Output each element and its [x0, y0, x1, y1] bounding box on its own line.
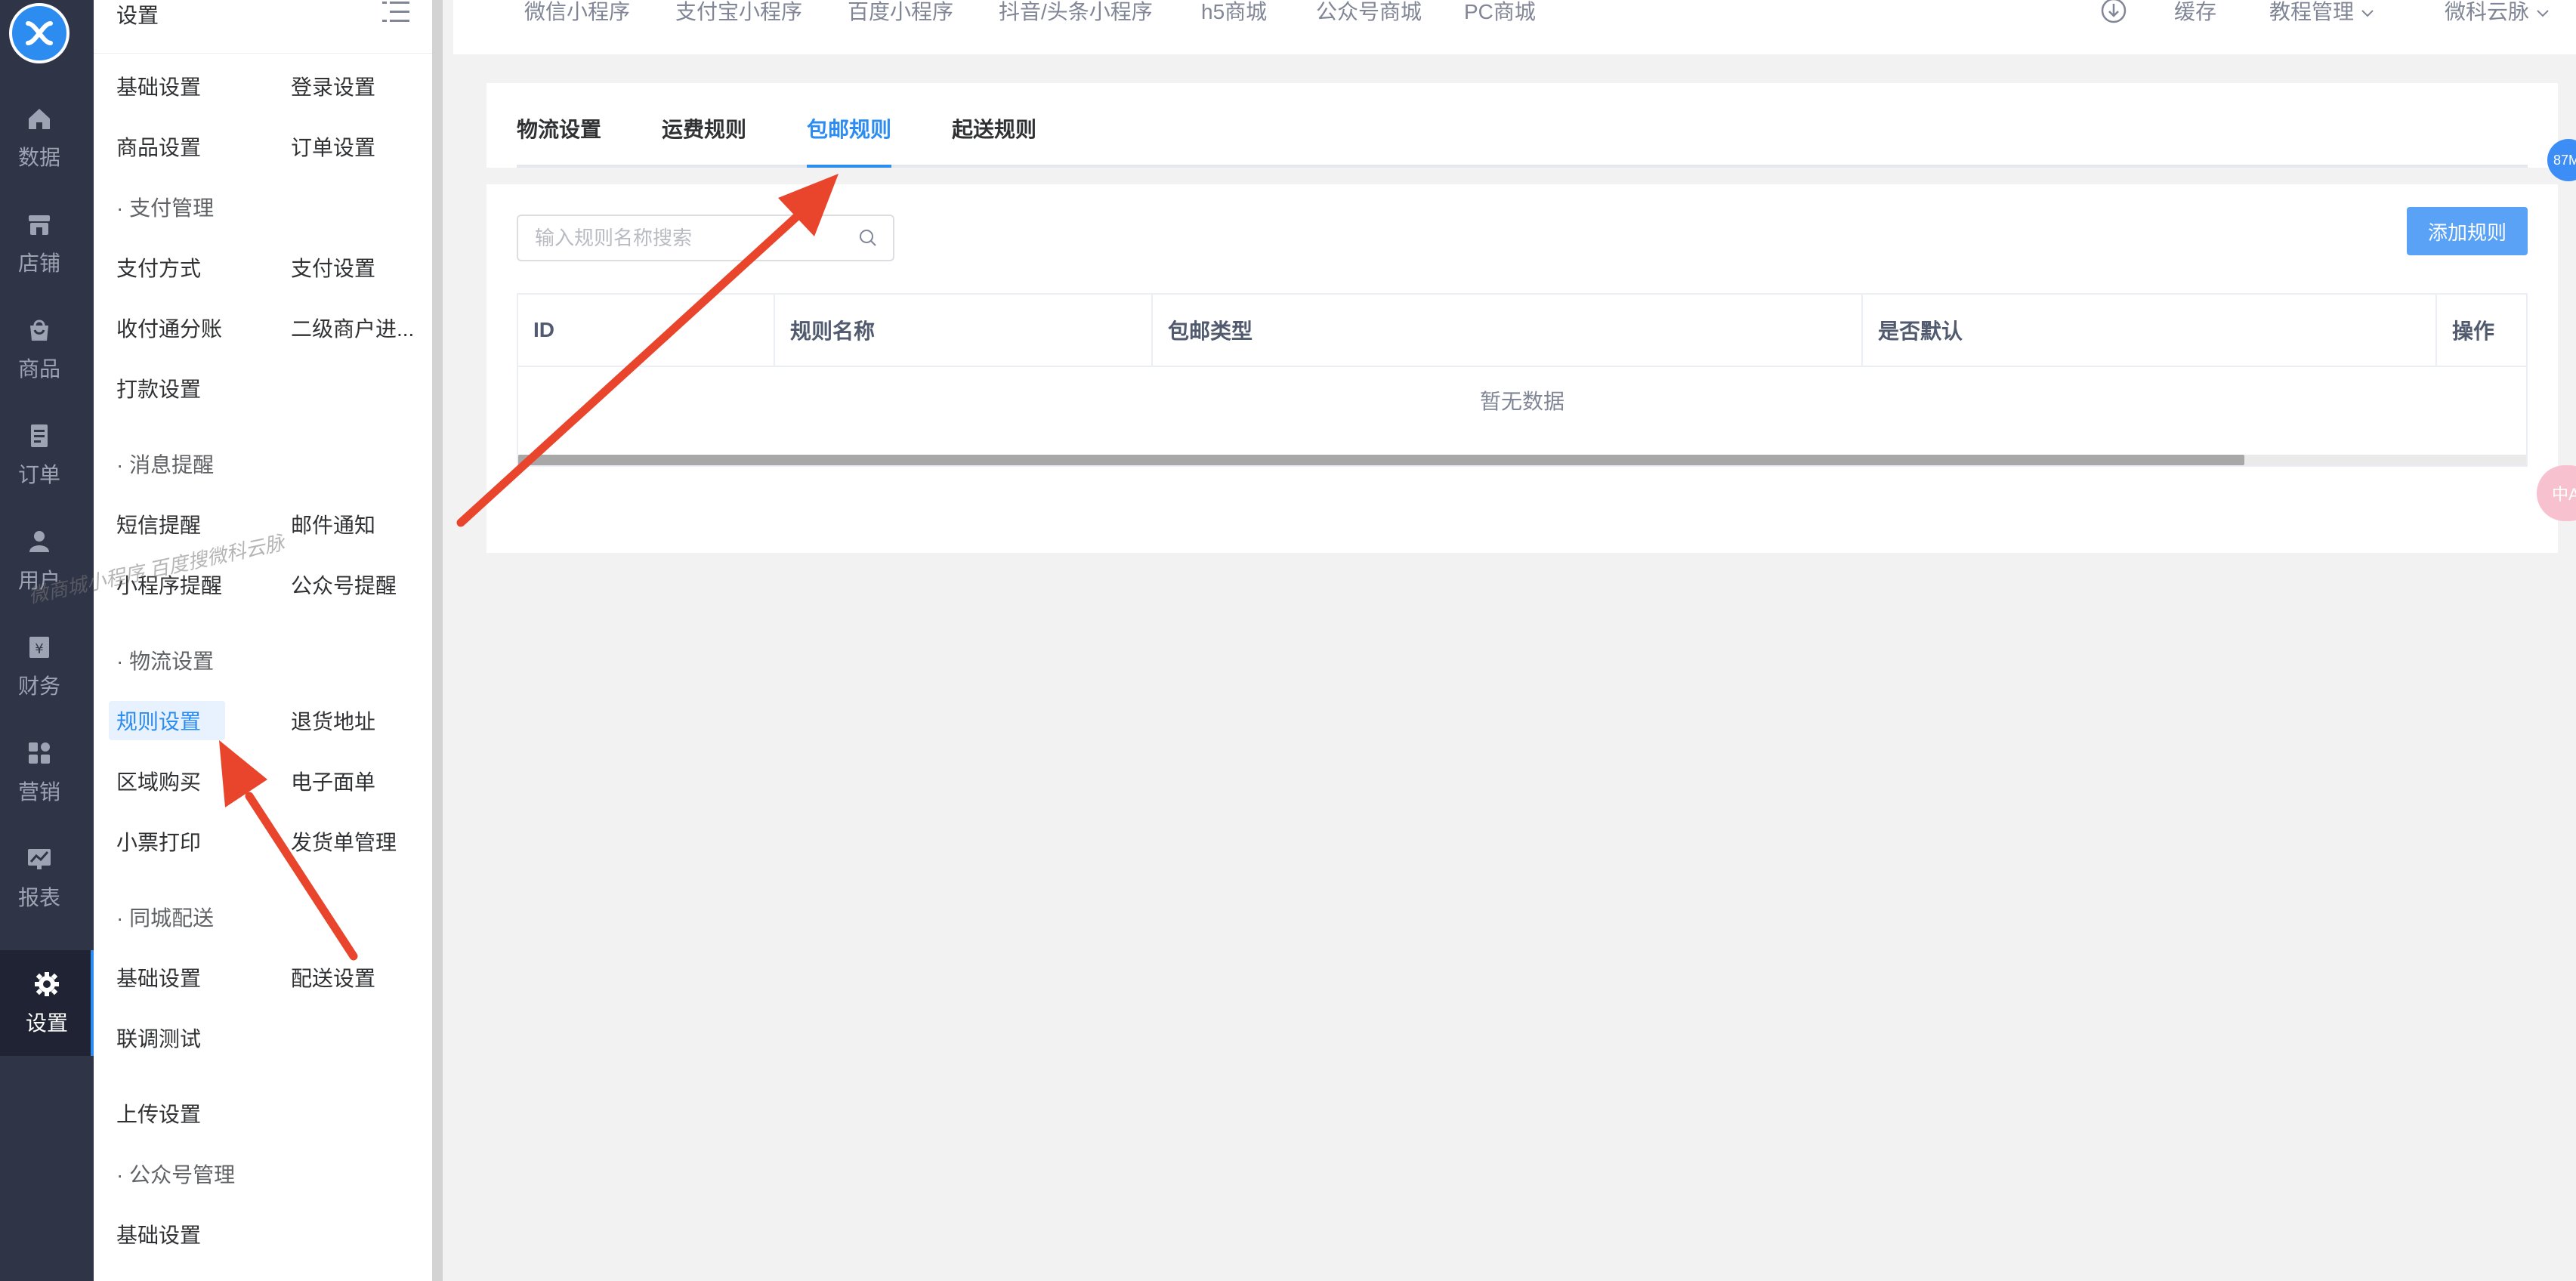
settings-submenu: 设置 基础设置 登录设置 商品设置 订单设置 · 支付管理 支付方式 支付设置 …: [94, 0, 443, 1281]
rail-item-marketing[interactable]: 营销: [0, 719, 79, 825]
rail-item-finance[interactable]: ¥ 财务: [0, 613, 79, 719]
rail-item-store[interactable]: 店铺: [0, 190, 79, 296]
gear-icon: [35, 972, 59, 996]
menu-item-official-basic[interactable]: 基础设置: [116, 1219, 201, 1249]
yen-icon: ¥: [29, 637, 49, 658]
tutorial-label: 教程管理: [2269, 0, 2355, 23]
logo-icon: [26, 21, 53, 45]
nav-rail: 数据 店铺 商品 订单 用户 ¥ 财务 营销 报表 设置: [0, 0, 94, 1281]
menu-item-goods-settings[interactable]: 商品设置: [116, 131, 201, 162]
menu-item-return-address[interactable]: 退货地址: [291, 705, 375, 736]
menu-item-official-notice[interactable]: 公众号提醒: [291, 570, 397, 600]
top-tab-douyin[interactable]: 抖音/头条小程序: [999, 0, 1153, 26]
rail-item-data[interactable]: 数据: [0, 85, 79, 190]
top-tab-alipay[interactable]: 支付宝小程序: [675, 0, 802, 26]
search-input[interactable]: [533, 225, 858, 251]
search-box: [517, 215, 894, 261]
column-header-free-type: 包邮类型: [1153, 295, 1863, 366]
svg-text:¥: ¥: [35, 641, 43, 657]
user-name: 微科云脉: [2445, 0, 2530, 23]
menu-group-payment: · 支付管理: [116, 196, 215, 220]
tab-free-shipping-rules[interactable]: 包邮规则: [807, 113, 891, 144]
rail-item-goods[interactable]: 商品: [0, 296, 79, 402]
empty-state: 暂无数据: [1479, 390, 1564, 413]
top-tab-baidu[interactable]: 百度小程序: [848, 0, 953, 26]
menu-item-sub-merchant[interactable]: 二级商户进...: [291, 313, 414, 343]
menu-item-region-purchase[interactable]: 区域购买: [116, 766, 201, 796]
rail-item-report[interactable]: 报表: [0, 825, 79, 931]
menu-item-joint-test[interactable]: 联调测试: [116, 1023, 201, 1053]
chevron-down-icon: [2537, 10, 2549, 17]
scrollbar-thumb[interactable]: [518, 455, 2244, 465]
tab-logistics-settings[interactable]: 物流设置: [517, 113, 601, 144]
menu-item-split-account[interactable]: 收付通分账: [116, 313, 222, 343]
tab-min-order-rules[interactable]: 起送规则: [952, 113, 1036, 144]
cache-button[interactable]: 缓存: [2174, 0, 2216, 26]
rail-label: 财务: [17, 674, 60, 698]
menu-item-order-settings[interactable]: 订单设置: [291, 131, 375, 162]
column-header-actions: 操作: [2452, 319, 2495, 343]
submenu-header: 设置: [116, 0, 409, 53]
menu-fold-icon[interactable]: [382, 0, 409, 30]
rules-table: ID 规则名称 包邮类型 是否默认 操作 暂无数据: [517, 293, 2528, 467]
top-tab-official[interactable]: 公众号商城: [1316, 0, 1422, 26]
menu-item-e-waybill[interactable]: 电子面单: [291, 766, 375, 796]
top-tab-wechat[interactable]: 微信小程序: [524, 0, 630, 26]
user-menu[interactable]: 微科云脉: [2445, 0, 2550, 26]
order-icon: [31, 424, 48, 447]
menu-item-receipt-print[interactable]: 小票打印: [116, 826, 201, 857]
chart-icon: [28, 849, 51, 869]
tab-freight-rules[interactable]: 运费规则: [662, 113, 746, 144]
rail-label: 报表: [17, 886, 60, 909]
menu-item-payout-settings[interactable]: 打款设置: [116, 373, 201, 403]
search-icon[interactable]: [858, 228, 878, 248]
user-icon: [29, 531, 49, 552]
add-rule-button[interactable]: 添加规则: [2407, 207, 2528, 255]
column-header-id: ID: [518, 295, 775, 366]
menu-item-delivery-settings[interactable]: 配送设置: [291, 962, 375, 992]
chevron-down-icon: [2361, 10, 2374, 17]
menu-item-payment-method[interactable]: 支付方式: [116, 252, 201, 282]
menu-item-login-settings[interactable]: 登录设置: [291, 71, 375, 101]
submenu-divider: [94, 53, 432, 54]
menu-item-payment-settings[interactable]: 支付设置: [291, 252, 375, 282]
menu-item-email[interactable]: 邮件通知: [291, 509, 375, 539]
table-header: ID 规则名称 包邮类型 是否默认 操作: [518, 295, 2526, 367]
menu-item-upload-settings[interactable]: 上传设置: [116, 1098, 201, 1128]
menu-item-rule-settings[interactable]: 规则设置: [109, 701, 226, 740]
app-logo[interactable]: [9, 3, 69, 63]
rail-label: 订单: [17, 463, 60, 486]
rail-label: 设置: [25, 1011, 68, 1035]
rules-panel: 添加规则 ID 规则名称 包邮类型 是否默认 操作 暂无数据: [486, 184, 2558, 553]
rail-label: 店铺: [17, 252, 60, 275]
logistics-tabs: 物流设置 运费规则 包邮规则 起送规则: [486, 83, 2558, 168]
menu-item-sms[interactable]: 短信提醒: [116, 509, 201, 539]
column-header-rule-name: 规则名称: [775, 295, 1153, 366]
rail-item-settings[interactable]: 设置: [0, 950, 94, 1056]
rail-label: 营销: [17, 780, 60, 804]
download-icon[interactable]: [2100, 0, 2127, 29]
menu-item-delivery-basic[interactable]: 基础设置: [116, 962, 201, 992]
bag-icon: [30, 319, 48, 341]
menu-group-logistics: · 物流设置: [116, 650, 215, 673]
store-icon: [29, 215, 50, 235]
table-scrollbar[interactable]: [518, 455, 2526, 465]
menu-item-basic-settings[interactable]: 基础设置: [116, 71, 201, 101]
rail-item-order[interactable]: 订单: [0, 402, 79, 508]
rail-label: 数据: [17, 146, 60, 169]
menu-group-official-account: · 公众号管理: [116, 1163, 236, 1187]
top-tab-pc[interactable]: PC商城: [1464, 0, 1536, 26]
submenu-title: 设置: [116, 4, 159, 27]
top-tab-h5[interactable]: h5商城: [1201, 0, 1267, 26]
home-icon: [29, 109, 50, 129]
top-bar: 微信小程序 支付宝小程序 百度小程序 抖音/头条小程序 h5商城 公众号商城 P…: [453, 0, 2576, 54]
active-tab-indicator: [807, 165, 891, 168]
tutorial-menu[interactable]: 教程管理: [2269, 0, 2375, 26]
menu-group-local-delivery: · 同城配送: [116, 906, 215, 930]
menu-item-shipping-list[interactable]: 发货单管理: [291, 826, 397, 857]
rail-label: 商品: [17, 357, 60, 381]
column-header-is-default: 是否默认: [1863, 295, 2437, 366]
menu-group-messages: · 消息提醒: [116, 453, 215, 477]
grid-icon: [29, 742, 50, 764]
